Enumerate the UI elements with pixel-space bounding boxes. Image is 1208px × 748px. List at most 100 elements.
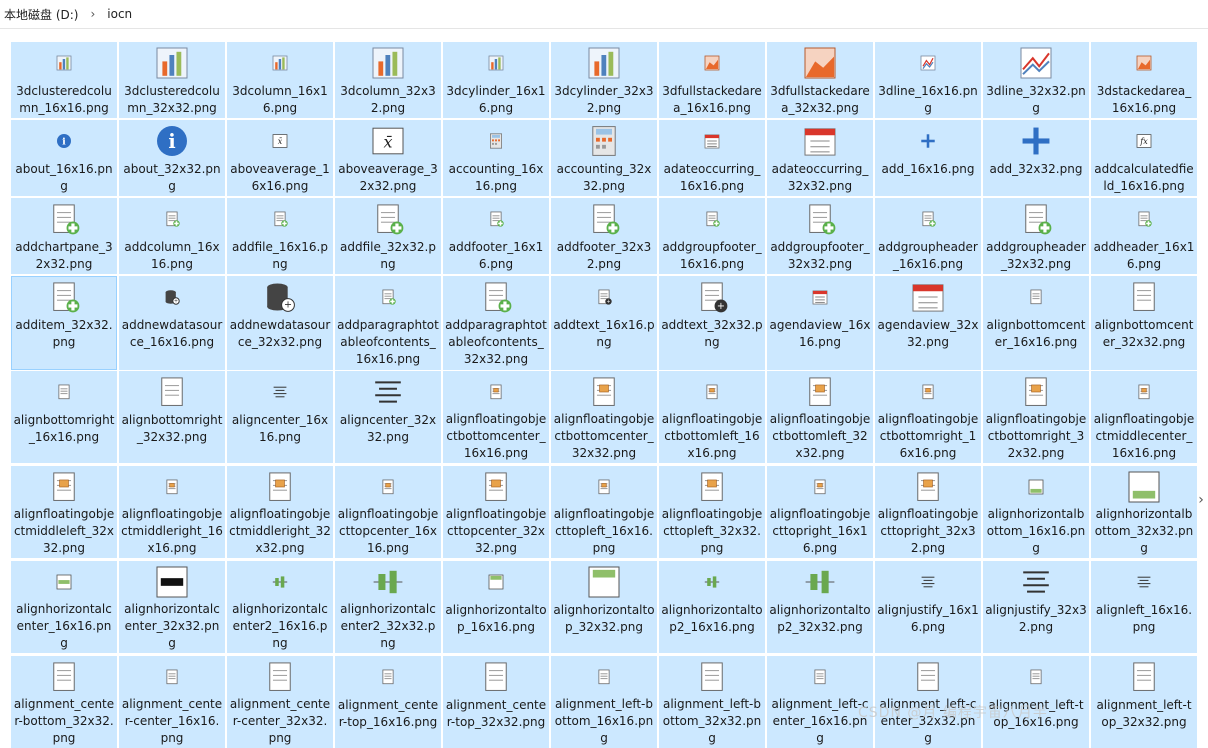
file-tile[interactable]: addgroupheader_32x32.png — [983, 198, 1089, 274]
file-thumbnail-icon — [984, 121, 1088, 161]
file-tile[interactable]: x̄ aboveaverage_32x32.png — [335, 120, 441, 196]
file-tile[interactable]: alignfloatingobjecttopleft_32x32.png — [659, 466, 765, 558]
file-tile[interactable]: addcolumn_16x16.png — [119, 198, 225, 274]
file-tile[interactable]: alignhorizontaltop_16x16.png — [443, 561, 549, 653]
file-tile[interactable]: addfooter_16x16.png — [443, 198, 549, 274]
file-tile[interactable]: alignment_center-bottom_32x32.png — [11, 656, 117, 748]
file-tile[interactable]: alignment_left-top_16x16.png — [983, 656, 1089, 748]
file-tile[interactable]: x̄ aboveaverage_16x16.png — [227, 120, 333, 196]
file-tile[interactable]: alignment_left-top_32x32.png — [1091, 656, 1197, 748]
file-tile[interactable]: 3dline_16x16.png — [875, 42, 981, 118]
file-tile[interactable]: addparagraphtotableofcontents_32x32.png — [443, 276, 549, 370]
file-tile[interactable]: aligncenter_32x32.png — [335, 371, 441, 463]
file-tile[interactable]: alignment_left-bottom_32x32.png — [659, 656, 765, 748]
file-tile[interactable]: alignfloatingobjectbottomcenter_16x16.pn… — [443, 371, 549, 463]
file-tile[interactable]: alignbottomcenter_16x16.png — [983, 276, 1089, 370]
file-thumbnail-icon — [768, 121, 872, 161]
file-tile[interactable]: alignhorizontaltop_32x32.png — [551, 561, 657, 653]
file-tile[interactable]: alignment_center-center_16x16.png — [119, 656, 225, 748]
file-tile[interactable]: add_32x32.png — [983, 120, 1089, 196]
file-tile[interactable]: 3dline_32x32.png — [983, 42, 1089, 118]
file-name-label: addheader_16x16.png — [1093, 240, 1195, 271]
file-tile[interactable]: alignhorizontalcenter2_32x32.png — [335, 561, 441, 653]
file-tile[interactable]: + addtext_32x32.png — [659, 276, 765, 370]
file-tile[interactable]: alignhorizontalbottom_16x16.png — [983, 466, 1089, 558]
file-tile[interactable]: fx addcalculatedfield_16x16.png — [1091, 120, 1197, 196]
file-tile[interactable]: aligncenter_16x16.png — [227, 371, 333, 463]
file-tile[interactable]: alignfloatingobjectbottomleft_32x32.png — [767, 371, 873, 463]
file-tile[interactable]: addfile_32x32.png — [335, 198, 441, 274]
file-tile[interactable]: alignfloatingobjecttopright_32x32.png — [875, 466, 981, 558]
file-tile[interactable]: addgroupfooter_32x32.png — [767, 198, 873, 274]
file-tile[interactable]: accounting_16x16.png — [443, 120, 549, 196]
file-tile[interactable]: addgroupfooter_16x16.png — [659, 198, 765, 274]
file-tile[interactable]: alignhorizontalbottom_32x32.png — [1091, 466, 1197, 558]
file-tile[interactable]: 3dfullstackedarea_16x16.png — [659, 42, 765, 118]
file-tile[interactable]: alignfloatingobjecttopcenter_16x16.png — [335, 466, 441, 558]
scroll-right-arrow-icon[interactable]: › — [1195, 490, 1207, 510]
file-tile[interactable]: addheader_16x16.png — [1091, 198, 1197, 274]
file-tile[interactable]: alignment_left-center_16x16.png — [767, 656, 873, 748]
file-tile[interactable]: alignment_center-top_32x32.png — [443, 656, 549, 748]
file-tile[interactable]: adateoccurring_16x16.png — [659, 120, 765, 196]
file-tile[interactable]: agendaview_32x32.png — [875, 276, 981, 370]
file-tile[interactable]: alignjustify_32x32.png — [983, 561, 1089, 653]
file-tile[interactable]: alignhorizontalcenter_16x16.png — [11, 561, 117, 653]
file-tile[interactable]: alignfloatingobjectmiddlecenter_16x16.pn… — [1091, 371, 1197, 463]
file-tile[interactable]: 3dfullstackedarea_32x32.png — [767, 42, 873, 118]
file-tile[interactable]: alignbottomcenter_32x32.png — [1091, 276, 1197, 370]
file-tile[interactable]: agendaview_16x16.png — [767, 276, 873, 370]
file-thumbnail-icon — [876, 43, 980, 83]
file-tile[interactable]: add_16x16.png — [875, 120, 981, 196]
file-tile[interactable]: 3dcolumn_16x16.png — [227, 42, 333, 118]
file-tile[interactable]: + addnewdatasource_16x16.png — [119, 276, 225, 370]
file-tile[interactable]: alignment_left-bottom_16x16.png — [551, 656, 657, 748]
file-tile[interactable]: additem_32x32.png — [11, 276, 117, 370]
file-tile[interactable]: alignfloatingobjecttopright_16x16.png — [767, 466, 873, 558]
file-tile[interactable]: accounting_32x32.png — [551, 120, 657, 196]
file-tile[interactable]: alignment_center-top_16x16.png — [335, 656, 441, 748]
file-tile[interactable]: alignfloatingobjectbottomleft_16x16.png — [659, 371, 765, 463]
file-tile[interactable]: alignfloatingobjectmiddleleft_32x32.png — [11, 466, 117, 558]
file-tile[interactable]: alignfloatingobjectbottomcenter_32x32.pn… — [551, 371, 657, 463]
file-name-label: alignfloatingobjectbottomright_32x32.png — [985, 412, 1087, 460]
file-tile[interactable]: alignbottomright_32x32.png — [119, 371, 225, 463]
file-tile[interactable]: alignfloatingobjectmiddleright_16x16.png — [119, 466, 225, 558]
file-tile[interactable]: i about_16x16.png — [11, 120, 117, 196]
file-tile[interactable]: addfooter_32x32.png — [551, 198, 657, 274]
file-tile[interactable]: alignment_center-center_32x32.png — [227, 656, 333, 748]
file-tile[interactable]: alignfloatingobjectmiddleright_32x32.png — [227, 466, 333, 558]
file-tile[interactable]: alignhorizontaltop2_32x32.png — [767, 561, 873, 653]
file-tile[interactable]: alignment_left-center_32x32.png — [875, 656, 981, 748]
file-tile[interactable]: + addnewdatasource_32x32.png — [227, 276, 333, 370]
file-tile[interactable]: alignbottomright_16x16.png — [11, 371, 117, 463]
file-name-label: alignhorizontaltop_32x32.png — [553, 603, 655, 634]
file-tile[interactable]: addgroupheader_16x16.png — [875, 198, 981, 274]
file-name-label: addcalculatedfield_16x16.png — [1094, 162, 1194, 193]
file-tile[interactable]: alignhorizontalcenter_32x32.png — [119, 561, 225, 653]
file-tile[interactable]: 3dclusteredcolumn_32x32.png — [119, 42, 225, 118]
file-tile[interactable]: alignfloatingobjectbottomright_16x16.png — [875, 371, 981, 463]
file-tile[interactable]: 3dstackedarea_16x16.png — [1091, 42, 1197, 118]
file-tile[interactable]: adateoccurring_32x32.png — [767, 120, 873, 196]
file-tile[interactable]: 3dclusteredcolumn_16x16.png — [11, 42, 117, 118]
file-tile[interactable]: alignfloatingobjecttopcenter_32x32.png — [443, 466, 549, 558]
file-tile[interactable]: alignjustify_16x16.png — [875, 561, 981, 653]
file-tile[interactable]: addchartpane_32x32.png — [11, 198, 117, 274]
file-tile[interactable]: alignhorizontalcenter2_16x16.png — [227, 561, 333, 653]
file-tile[interactable]: alignfloatingobjecttopleft_16x16.png — [551, 466, 657, 558]
file-tile[interactable]: 3dcylinder_32x32.png — [551, 42, 657, 118]
file-name-label: alignment_center-center_32x32.png — [229, 697, 331, 745]
file-tile[interactable]: alignleft_16x16.png — [1091, 561, 1197, 653]
file-tile[interactable]: addparagraphtotableofcontents_16x16.png — [335, 276, 441, 370]
file-name-label: add_16x16.png — [881, 162, 975, 176]
file-tile[interactable]: 3dcolumn_32x32.png — [335, 42, 441, 118]
svg-text:x̄: x̄ — [278, 137, 283, 146]
file-tile[interactable]: alignfloatingobjectbottomright_32x32.png — [983, 371, 1089, 463]
file-thumbnail-icon — [12, 277, 116, 317]
file-tile[interactable]: addfile_16x16.png — [227, 198, 333, 274]
file-tile[interactable]: i about_32x32.png — [119, 120, 225, 196]
file-tile[interactable]: 3dcylinder_16x16.png — [443, 42, 549, 118]
file-tile[interactable]: + addtext_16x16.png — [551, 276, 657, 370]
file-tile[interactable]: alignhorizontaltop2_16x16.png — [659, 561, 765, 653]
